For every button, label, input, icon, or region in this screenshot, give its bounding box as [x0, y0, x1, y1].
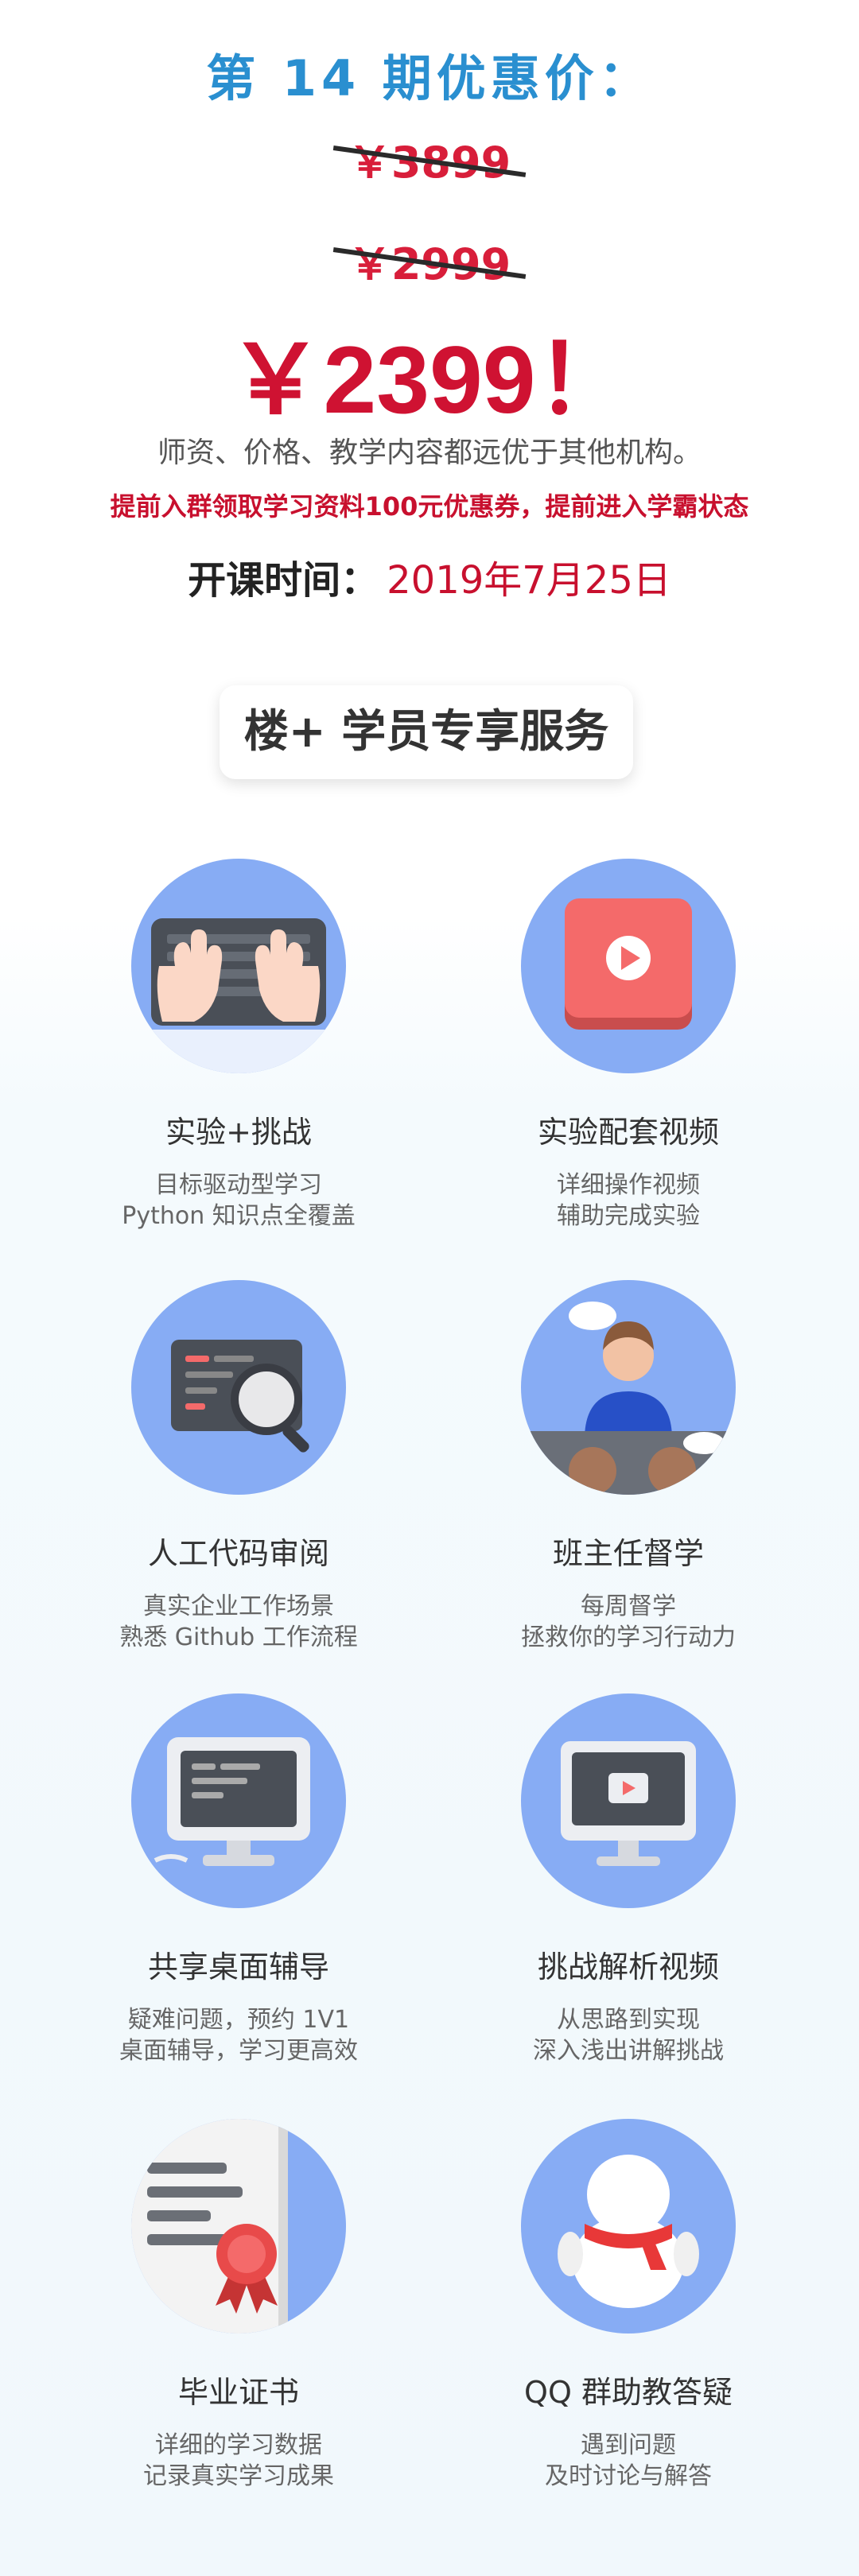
service-desc-line2: Python 知识点全覆盖: [122, 1202, 356, 1230]
service-desc-line2: 记录真实学习成果: [143, 2462, 334, 2490]
service-title-text: 实验配套视频: [537, 1115, 719, 1150]
service-desc-line2: 熟悉 Github 工作流程: [119, 1624, 358, 1651]
service-desc-line1: 每周督学: [581, 1593, 676, 1620]
promo-text: 提前入群领取学习资料100元优惠券，提前进入学霸状态: [110, 491, 749, 522]
service-title-text: 人工代码审阅: [147, 1536, 329, 1571]
current-price: ￥2399！: [227, 327, 632, 433]
keyboard-icon: [131, 859, 346, 1073]
service-desc-line2: 深入浅出讲解挑战: [533, 2037, 724, 2065]
service-desc-line1: 真实企业工作场景: [143, 1593, 334, 1620]
old-price-2: ￥2999: [0, 229, 859, 292]
service-title-text: 班主任督学: [552, 1536, 704, 1571]
promo-period-title: 第 14 期优惠价：: [206, 49, 653, 107]
desktop-icon: [131, 1693, 346, 1908]
service-title-text: 实验+挑战: [165, 1115, 312, 1150]
teacher-icon: [521, 1280, 736, 1495]
start-date-value: 2019年7月25日: [387, 558, 671, 603]
service-desc-line2: 及时讨论与解答: [545, 2462, 712, 2490]
services-title: 楼+ 学员专享服务: [220, 685, 633, 779]
service-desc-line1: 目标驱动型学习: [155, 1171, 322, 1199]
service-desc-line1: 疑难问题，预约 1V1: [127, 2006, 350, 2034]
service-title-text: QQ 群助教答疑: [524, 2375, 733, 2410]
service-title-text: 挑战解析视频: [537, 1949, 719, 1984]
qq-penguin-icon: [521, 2119, 736, 2334]
video-play-icon: [521, 859, 736, 1073]
service-desc-line1: 详细的学习数据: [155, 2431, 322, 2459]
old-price-1: ￥3899: [0, 127, 859, 190]
start-date-row: 开课时间： 2019年7月25日: [0, 549, 859, 604]
service-desc-line2: 拯救你的学习行动力: [521, 1624, 736, 1651]
service-desc-line2: 辅助完成实验: [557, 1202, 700, 1230]
service-desc-line1: 详细操作视频: [557, 1171, 700, 1199]
service-desc-line1: 遇到问题: [581, 2431, 676, 2459]
service-title-text: 共享桌面辅导: [147, 1949, 329, 1984]
service-desc-line1: 从思路到实现: [557, 2006, 700, 2034]
certificate-icon: [131, 2119, 346, 2334]
monitor-video-icon: [521, 1693, 736, 1908]
service-desc-line2: 桌面辅导，学习更高效: [119, 2037, 358, 2065]
service-title-text: 毕业证书: [177, 2375, 299, 2410]
description-text: 师资、价格、教学内容都远优于其他机构。: [157, 436, 702, 469]
start-date-label: 开课时间：: [188, 558, 379, 603]
code-review-icon: [131, 1280, 346, 1495]
